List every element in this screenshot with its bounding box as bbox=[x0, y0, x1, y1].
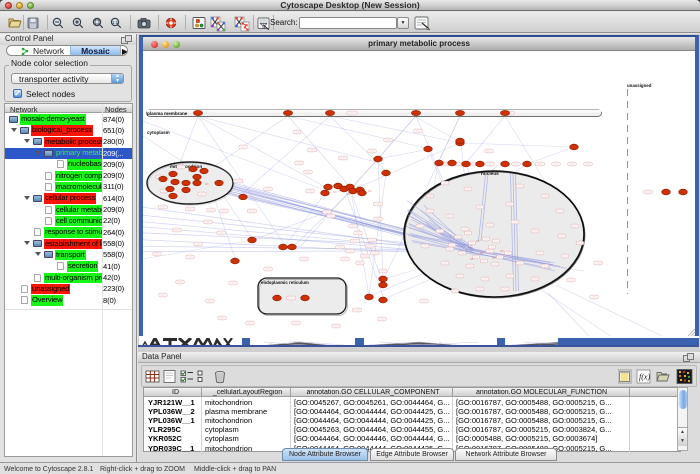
svg-text:cytoplasm: cytoplasm bbox=[147, 130, 170, 135]
svg-text:f(x): f(x) bbox=[639, 373, 650, 382]
svg-text:endoplasmic reticulum: endoplasmic reticulum bbox=[261, 280, 309, 285]
svg-text:nucleus: nucleus bbox=[481, 171, 499, 176]
svg-text:unassigned: unassigned bbox=[627, 83, 652, 88]
svg-text:1:1: 1:1 bbox=[112, 20, 119, 25]
svg-text:mitochondrion: mitochondrion bbox=[170, 164, 202, 169]
svg-text:plasma membrane: plasma membrane bbox=[147, 111, 188, 116]
